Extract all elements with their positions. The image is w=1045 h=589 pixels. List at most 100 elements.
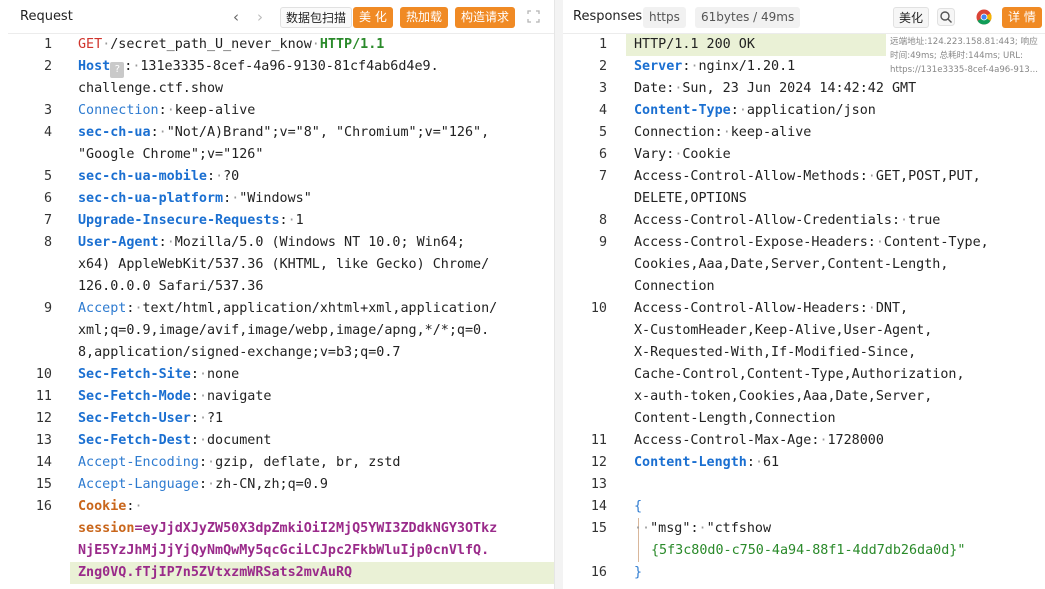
header-key: Sec-Fetch-Site (78, 367, 191, 382)
status-text: HTTP/1.1 200 OK (634, 37, 755, 52)
header-cookie: Cookie:· (78, 499, 143, 514)
header-platform: sec-ch-ua-platform:·"Windows" (78, 191, 312, 206)
header-upgrade: Upgrade-Insecure-Requests:·1 (78, 213, 304, 228)
resp-header-acma: Access-Control-Max-Age:·1728000 (634, 433, 884, 448)
header-accept: Accept:·text/html,application/xhtml+xml,… (78, 301, 498, 316)
line-number: 5 (43, 169, 52, 184)
line-number: 5 (598, 125, 607, 140)
header-value: "Not/A)Brand";v="8", "Chromium";v="126", (166, 125, 498, 140)
header-value: application/json (746, 103, 876, 118)
header-value: Cookies,Aaa,Date,Server,Content-Length, (634, 257, 949, 272)
brace: { (634, 499, 643, 514)
resp-header-aceh-cont: Connection (634, 276, 715, 298)
resp-header-date: Date:·Sun, 23 Jun 2024 14:42:42 GMT (634, 81, 917, 96)
request-title: Request (20, 9, 73, 24)
header-key: Cookie (78, 499, 127, 514)
header-value: Mozilla/5.0 (Windows NT 10.0; Win64; (174, 235, 465, 250)
line-number: 11 (590, 433, 607, 448)
hot-load-button[interactable]: 热加载 (400, 7, 449, 28)
request-path: /secret_path_U_never_know (110, 37, 312, 52)
line-number: 4 (598, 103, 607, 118)
resp-header-acah-cont: X-CustomHeader,Keep-Alive,User-Agent, (634, 320, 932, 342)
header-value: challenge.ctf.show (78, 81, 224, 96)
header-key: User-Agent (78, 235, 159, 250)
header-fetch-dest: Sec-Fetch-Dest:·document (78, 433, 272, 448)
line-number: 9 (598, 235, 607, 250)
header-key: Sec-Fetch-Mode (78, 389, 191, 404)
cookie-value: NjE5YzJhMjJjYjQyNmQwMy5qcGciLCJpc2FkbWlu… (78, 543, 490, 558)
header-value: navigate (207, 389, 272, 404)
cookie-value: Zng0VQ.fTjIP7n5ZVtxzmWRSats2mvAuRQ (78, 565, 353, 580)
header-encoding: Accept-Encoding:·gzip, deflate, br, zstd (78, 455, 401, 470)
resp-header-acah-cont: Content-Length,Connection (634, 408, 836, 430)
header-value: 1 (295, 213, 304, 228)
status-line: HTTP/1.1 200 OK (634, 34, 755, 56)
resp-header-aceh-cont: Cookies,Aaa,Date,Server,Content-Length, (634, 254, 948, 276)
back-arrow-icon[interactable]: ‹ (230, 8, 242, 26)
header-key: Access-Control-Allow-Credentials (634, 213, 892, 228)
header-value: x-auth-token,Cookies,Aaa,Date,Server, (634, 389, 933, 404)
header-value: true (908, 213, 941, 228)
header-fetch-site: Sec-Fetch-Site:·none (78, 367, 240, 382)
expand-icon[interactable] (527, 10, 540, 23)
response-beautify-button[interactable]: 美化 (893, 7, 930, 28)
header-value: Sun, 23 Jun 2024 14:42:42 GMT (682, 81, 917, 96)
header-key: Accept-Language (78, 477, 199, 492)
line-number: 13 (35, 433, 52, 448)
header-user-agent-cont: 126.0.0.0 Safari/537.36 (78, 276, 263, 298)
header-value: ?1 (207, 411, 224, 426)
header-value: "Google Chrome";v="126" (78, 147, 264, 162)
chrome-icon[interactable] (976, 9, 992, 25)
panel-divider[interactable] (555, 0, 563, 589)
detail-button[interactable]: 详 情 (1002, 7, 1042, 28)
beautify-button[interactable]: 美 化 (353, 7, 393, 28)
line-number: 7 (598, 169, 607, 184)
header-value: Connection (634, 279, 715, 294)
header-fetch-mode: Sec-Fetch-Mode:·navigate (78, 389, 272, 404)
request-line: GET·/secret_path_U_never_know·HTTP/1.1 (78, 37, 385, 52)
header-key: Connection (634, 125, 715, 140)
header-key: Accept (78, 301, 127, 316)
resp-header-acam: Access-Control-Allow-Methods:·GET,POST,P… (634, 169, 981, 184)
header-value: ?0 (223, 169, 240, 184)
header-value: xml;q=0.9,image/avif,image/webp,image/ap… (78, 323, 490, 338)
search-icon[interactable] (937, 8, 955, 26)
resp-header-server: Server:·nginx/1.20.1 (634, 59, 796, 74)
response-info-tooltip: 远端地址:124.223.158.81:443; 响应时间:49ms; 总耗时:… (890, 37, 1038, 75)
header-value: Cache-Control,Content-Type,Authorization… (634, 367, 965, 382)
header-value: 61 (763, 455, 780, 470)
header-value: keep-alive (730, 125, 812, 140)
line-number: 8 (43, 235, 52, 250)
json-msg: ··"msg":·"ctfshow (634, 521, 772, 536)
json-value: "ctfshow (706, 521, 772, 536)
line-number: 16 (590, 565, 607, 580)
forward-arrow-icon[interactable]: › (254, 8, 266, 26)
resp-header-acah: Access-Control-Allow-Headers:·DNT, (634, 301, 909, 316)
header-value: text/html,application/xhtml+xml,applicat… (142, 301, 498, 316)
header-sec-ch-ua-cont: "Google Chrome";v="126" (78, 144, 263, 166)
response-panel: Responses https 61bytes / 49ms 美化 详 情 1 … (563, 0, 1045, 589)
header-key: Access-Control-Max-Age (634, 433, 812, 448)
resp-header-connection: Connection:·keep-alive (634, 125, 812, 140)
resp-header-acah-cont: x-auth-token,Cookies,Aaa,Date,Server, (634, 386, 932, 408)
help-icon[interactable]: ? (110, 62, 125, 78)
header-key: Date (634, 81, 667, 96)
line-number: 10 (590, 301, 607, 316)
construct-request-button[interactable]: 构造请求 (455, 7, 516, 28)
line-number: 11 (35, 389, 52, 404)
line-number: 6 (598, 147, 607, 162)
resp-header-content-length: Content-Length:·61 (634, 455, 780, 470)
cookie-session-cont: NjE5YzJhMjJjYjQyNmQwMy5qcGciLCJpc2FkbWlu… (78, 540, 489, 562)
header-key: Accept-Encoding (78, 455, 199, 470)
line-number: 8 (598, 213, 607, 228)
header-key: sec-ch-ua (78, 125, 151, 140)
header-host-cont: challenge.ctf.show (78, 78, 223, 100)
brace: } (634, 565, 643, 580)
header-value: 131e3335-8cef-4a96-9130-81cf4ab6d4e9. (140, 59, 439, 74)
resp-header-acah-cont: Cache-Control,Content-Type,Authorization… (634, 364, 965, 386)
line-number: 10 (35, 367, 52, 382)
packet-scan-button[interactable]: 数据包扫描 (280, 7, 353, 28)
http-version: HTTP/1.1 (319, 37, 385, 52)
line-number: 7 (43, 213, 52, 228)
line-number: 3 (598, 81, 607, 96)
